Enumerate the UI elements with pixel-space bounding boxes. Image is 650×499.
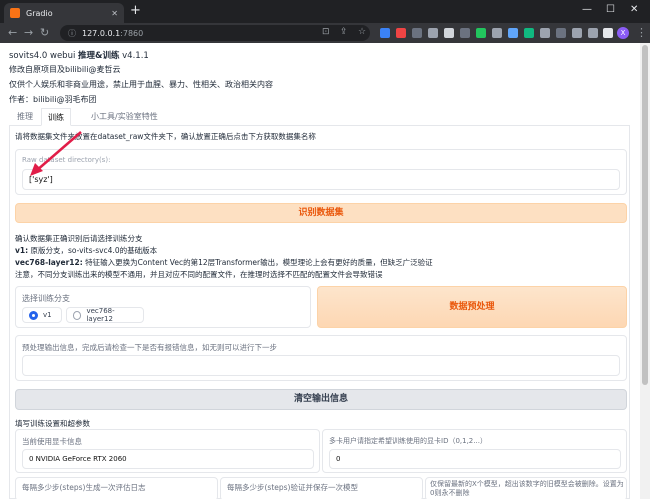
settings-header: 填写训练设置和超参数 (15, 419, 90, 428)
extension-7-icon[interactable] (476, 28, 486, 38)
gpu-select-block: 多卡用户请指定希望训练使用的显卡ID（0,1,2...） 0 (322, 429, 627, 473)
branch-desc-vec768: vec768-layer12: 特征输入更换为Content Vec的第12层T… (15, 258, 433, 267)
back-icon[interactable]: ← (8, 26, 17, 39)
save-interval-label: 每隔多少步(steps)验证并保存一次模型 (227, 483, 358, 492)
raw-dir-field[interactable]: ['syz'] (22, 169, 620, 190)
branch-desc-title: 确认数据集正确识别后请选择训练分支 (15, 234, 143, 243)
identify-dataset-button[interactable]: 识别数据集 (15, 203, 627, 223)
keep-models-label: 仅保留最新的X个模型，超出该数字的旧模型会被删除。设置为0则永不删除 (430, 480, 624, 497)
site-info-icon[interactable]: ⓘ (68, 28, 76, 39)
new-tab-icon[interactable]: + (130, 4, 141, 18)
tab-inference[interactable]: 推理 (17, 111, 33, 122)
sidepanel-icon[interactable] (603, 28, 613, 38)
extension-6-icon[interactable] (460, 28, 470, 38)
radio-unchecked-icon (73, 310, 82, 320)
usage-notice: 仅供个人娱乐和非商业用途，禁止用于血腥、暴力、性相关、政治相关内容 (9, 80, 273, 89)
extension-9-icon[interactable] (508, 28, 518, 38)
extension-3-icon[interactable] (412, 28, 422, 38)
browser-tab-title: Gradio (26, 8, 53, 18)
menu-icon[interactable]: ⋮ (636, 26, 647, 39)
radio-checked-icon (29, 310, 38, 320)
eval-interval-label: 每隔多少步(steps)生成一次评估日志 (22, 483, 146, 492)
forward-icon[interactable]: → (24, 26, 33, 39)
extension-8-icon[interactable] (492, 28, 502, 38)
scrollbar-thumb[interactable] (642, 45, 648, 385)
gpu-select-field[interactable]: 0 (329, 449, 621, 469)
radio-branch-v1[interactable]: v1 (22, 307, 62, 323)
page-title: sovits4.0 webui 推理&训练 v4.1.1 (9, 51, 149, 61)
share-icon[interactable]: ⇪ (340, 26, 348, 39)
gradio-favicon-icon (10, 8, 20, 18)
translate-icon[interactable]: ⊡ (322, 26, 330, 39)
radio-branch-vec768[interactable]: vec768-layer12 (66, 307, 144, 323)
save-interval-block: 每隔多少步(steps)验证并保存一次模型 (220, 477, 423, 499)
page-scrollbar[interactable] (640, 43, 650, 499)
extension-10-icon[interactable] (524, 28, 534, 38)
extension-11-icon[interactable] (540, 28, 550, 38)
branch-select-block: 选择训练分支 v1 vec768-layer12 (15, 286, 311, 328)
browser-tab-bar: Gradio ✕ + — ☐ ✕ (0, 0, 650, 23)
clear-output-button[interactable]: 清空输出信息 (15, 389, 627, 410)
branch-desc-warning: 注意，不同分支训练出来的模型不通用，并且对应不同的配置文件，在推理时选择不匹配的… (15, 270, 383, 279)
eval-interval-block: 每隔多少步(steps)生成一次评估日志 (15, 477, 218, 499)
minimize-icon[interactable]: — (582, 4, 592, 15)
close-window-icon[interactable]: ✕ (630, 4, 638, 15)
gpu-info-block: 当前使用显卡信息 0 NVIDIA GeForce RTX 2060 (15, 429, 320, 473)
bookmark-icon[interactable]: ☆ (358, 26, 366, 39)
extensions-puzzle-icon[interactable] (572, 28, 582, 38)
credit-line: 修改自原项目及bilibili@麦哲云 (9, 65, 121, 74)
maximize-icon[interactable]: ☐ (606, 4, 615, 15)
browser-tab[interactable]: Gradio ✕ (4, 3, 124, 23)
annotation-arrow-icon (30, 131, 82, 176)
profile-avatar[interactable]: X (617, 27, 629, 39)
branch-label: 选择训练分支 (22, 294, 70, 303)
preprocess-output-block: 预处理输出信息，完成后请检查一下是否有报错信息，如无则可以进行下一步 (15, 335, 627, 381)
reload-icon[interactable]: ↻ (40, 26, 49, 39)
gpu-select-label: 多卡用户请指定希望训练使用的显卡ID（0,1,2...） (329, 437, 487, 445)
extension-1-icon[interactable] (380, 28, 390, 38)
gpu-info-field[interactable]: 0 NVIDIA GeForce RTX 2060 (22, 449, 314, 469)
preprocess-output-field[interactable] (22, 355, 620, 376)
tab-train[interactable]: 训练 (41, 108, 71, 126)
extension-5-icon[interactable] (444, 28, 454, 38)
extension-4-icon[interactable] (428, 28, 438, 38)
extension-2-icon[interactable] (396, 28, 406, 38)
extension-12-icon[interactable] (556, 28, 566, 38)
raw-dir-block: Raw dataset directory(s): ['syz'] (15, 149, 627, 195)
url-text: 127.0.0.1:7860 (82, 28, 144, 38)
preprocess-output-label: 预处理输出信息，完成后请检查一下是否有报错信息，如无则可以进行下一步 (22, 343, 277, 352)
keep-models-block: 仅保留最新的X个模型，超出该数字的旧模型会被删除。设置为0则永不删除 (425, 477, 627, 499)
media-icon[interactable] (588, 28, 598, 38)
gpu-info-label: 当前使用显卡信息 (22, 437, 82, 446)
main-tabs: 推理 训练 小工具/实验室特性 (9, 108, 630, 126)
branch-desc-v1: v1: 原版分支，so-vits-svc4.0的基础版本 (15, 246, 158, 255)
tab-tools[interactable]: 小工具/实验室特性 (91, 111, 158, 122)
author-line: 作者：bilibili@羽毛布团 (9, 95, 97, 104)
tab-close-icon[interactable]: ✕ (111, 9, 118, 18)
preprocess-button[interactable]: 数据预处理 (317, 286, 627, 328)
browser-toolbar: ← → ↻ ⓘ 127.0.0.1:7860 ⊡ ⇪ ☆ X ⋮ (0, 23, 650, 43)
